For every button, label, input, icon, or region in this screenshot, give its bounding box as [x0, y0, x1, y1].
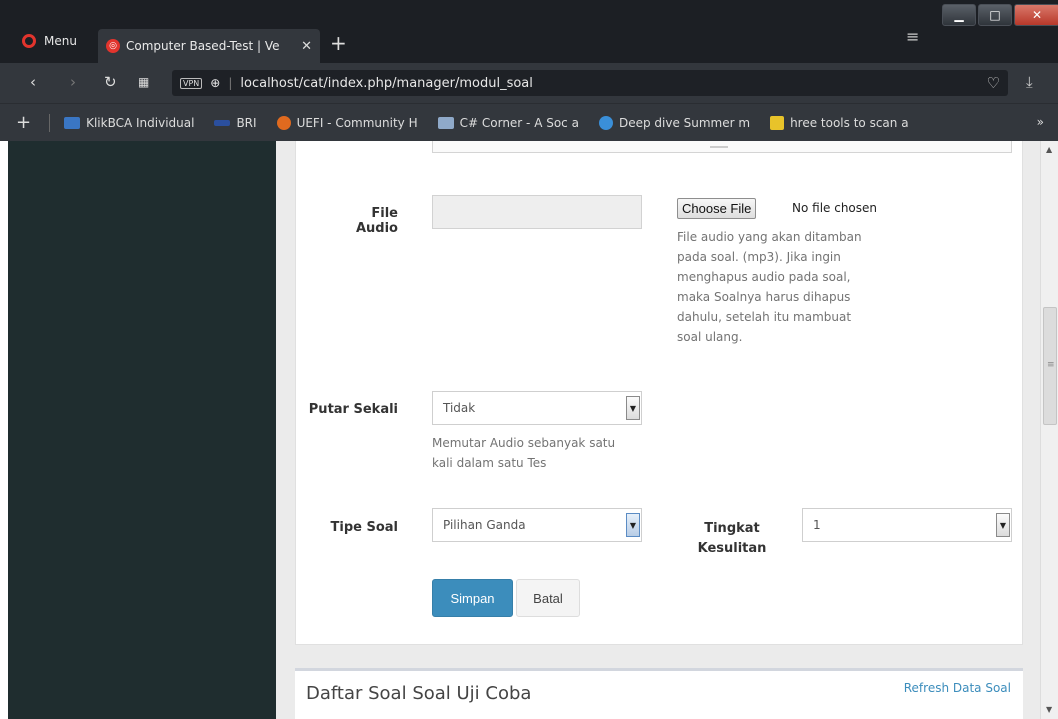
menu-label: Menu: [44, 34, 77, 48]
url-divider: |: [228, 76, 233, 90]
help-line: File audio yang akan ditamban: [677, 230, 862, 244]
vpn-badge-icon[interactable]: VPN: [180, 77, 203, 89]
reload-icon[interactable]: ↻: [104, 73, 117, 91]
chevron-down-icon[interactable]: ▼: [626, 396, 640, 420]
opera-logo-icon: [22, 34, 36, 48]
tab-menu-icon[interactable]: ≡: [906, 27, 919, 46]
window-controls: ▁ □ ✕: [942, 4, 1058, 26]
tingkat-label-line: Kesulitan: [697, 541, 767, 556]
app-sidebar: [8, 141, 276, 719]
tipe-soal-label: Tipe Soal: [330, 520, 399, 535]
url-text[interactable]: localhost/cat/index.php/manager/modul_so…: [240, 76, 978, 91]
bookmark-label: KlikBCA Individual: [86, 115, 195, 130]
bookmark-label: C# Corner - A Soc a: [459, 115, 579, 130]
scroll-grip-icon: ≡: [1047, 360, 1055, 370]
bookmark-divider: [49, 113, 51, 132]
cancel-button[interactable]: Batal: [516, 579, 580, 617]
file-audio-help: File audio yang akan ditamban pada soal.…: [677, 227, 917, 347]
tingkat-kesulitan-value: 1: [813, 518, 821, 532]
tingkat-kesulitan-select[interactable]: 1 ▼: [802, 508, 1012, 542]
download-icon[interactable]: ⤓: [1026, 73, 1033, 91]
window-close-icon[interactable]: ✕: [1014, 4, 1058, 26]
help-line: pada soal. (mp3). Jika ingin: [677, 250, 841, 264]
question-list-panel: Daftar Soal Soal Uji Coba Refresh Data S…: [295, 668, 1023, 719]
chevron-down-icon[interactable]: ▼: [626, 513, 640, 537]
minimize-icon[interactable]: ▁: [942, 4, 976, 26]
putar-sekali-label: Putar Sekali: [308, 402, 398, 417]
bookmark-favicon-icon: [276, 115, 291, 130]
help-line: maka Soalnya harus dihapus: [677, 290, 851, 304]
heart-bookmark-icon[interactable]: ♡: [987, 74, 1000, 92]
question-list-title: Daftar Soal Soal Uji Coba: [306, 683, 532, 704]
help-line: dahulu, setelah itu mambuat: [677, 310, 852, 324]
bookmark-label: UEFI - Community H: [296, 115, 418, 130]
save-button[interactable]: Simpan: [432, 579, 513, 617]
choose-file-button[interactable]: Choose File: [677, 198, 757, 219]
tab-close-icon[interactable]: ✕: [301, 39, 312, 54]
bookmark-favicon-icon: [437, 116, 454, 129]
putar-sekali-select[interactable]: Tidak ▼: [432, 391, 642, 425]
address-bar-row: ‹ › ↻ ▦ VPN ⊕ | localhost/cat/index.php/…: [0, 63, 1058, 103]
bookmark-favicon-icon: [598, 115, 613, 130]
browser-tab-bar: Menu ◎ Computer Based-Test | Ve ✕ + ≡ ▁ …: [0, 0, 1058, 63]
tingkat-label-line: Tingkat: [704, 521, 760, 536]
scrollbar-thumb[interactable]: ≡: [1043, 307, 1057, 425]
putar-sekali-value: Tidak: [443, 401, 476, 415]
scroll-down-icon[interactable]: ▼: [1046, 705, 1052, 714]
refresh-data-link[interactable]: Refresh Data Soal: [904, 681, 1011, 695]
putar-sekali-help: Memutar Audio sebanyak satu kali dalam s…: [432, 433, 662, 473]
speed-dial-icon[interactable]: ▦: [138, 75, 149, 89]
tab-title: Computer Based-Test | Ve: [126, 39, 280, 53]
bookmark-item[interactable]: UEFI - Community H: [276, 115, 418, 130]
bookmark-item[interactable]: KlikBCA Individual: [64, 116, 194, 130]
bookmark-label: hree tools to scan a: [790, 115, 909, 130]
new-tab-button[interactable]: +: [330, 31, 347, 55]
globe-icon: ⊕: [210, 76, 221, 90]
bookmark-favicon-icon: [214, 119, 231, 126]
bookmark-label: BRI: [236, 115, 257, 130]
editor-resize-handle[interactable]: [710, 146, 728, 148]
file-audio-path-field: [432, 195, 642, 229]
help-line: soal ulang.: [677, 330, 743, 344]
maximize-icon[interactable]: □: [978, 4, 1012, 26]
tab-favicon-icon: ◎: [106, 39, 120, 53]
tingkat-kesulitan-label: Tingkat Kesulitan: [696, 519, 768, 559]
browser-tab-active[interactable]: ◎ Computer Based-Test | Ve ✕: [98, 29, 320, 63]
file-audio-label: File Audio: [355, 206, 398, 236]
scroll-up-icon[interactable]: ▲: [1046, 145, 1052, 154]
bookmark-label: Deep dive Summer m: [618, 115, 751, 130]
url-field[interactable]: VPN ⊕ | localhost/cat/index.php/manager/…: [172, 70, 1008, 96]
bookmark-item[interactable]: Deep dive Summer m: [598, 115, 751, 130]
question-form-panel: File Audio Choose File No file chosen Fi…: [295, 141, 1023, 645]
forward-icon[interactable]: ›: [70, 73, 76, 91]
help-line: kali dalam satu Tes: [432, 456, 547, 470]
bookmark-favicon-icon: [770, 115, 785, 130]
file-chosen-status: No file chosen: [792, 201, 878, 215]
bookmark-item[interactable]: hree tools to scan a: [770, 115, 909, 130]
tipe-soal-select[interactable]: Pilihan Ganda ▼: [432, 508, 642, 542]
back-icon[interactable]: ‹: [30, 73, 36, 91]
help-line: Memutar Audio sebanyak satu: [432, 436, 616, 450]
bookmarks-more-icon[interactable]: »: [1037, 115, 1044, 129]
bookmarks-bar: + KlikBCA Individual BRI UEFI - Communit…: [0, 103, 1058, 141]
page-scrollbar[interactable]: ▲ ≡ ▼: [1040, 141, 1058, 719]
chevron-down-icon[interactable]: ▼: [996, 513, 1010, 537]
opera-menu-button[interactable]: Menu: [22, 34, 77, 48]
tipe-soal-value: Pilihan Ganda: [443, 518, 526, 532]
main-content: File Audio Choose File No file chosen Fi…: [276, 141, 1040, 719]
bookmark-item[interactable]: C# Corner - A Soc a: [437, 115, 579, 130]
add-bookmark-icon[interactable]: +: [16, 112, 31, 133]
bookmark-favicon-icon: [64, 116, 81, 129]
help-line: menghapus audio pada soal,: [677, 270, 851, 284]
editor-bottom-edge: [432, 141, 1012, 153]
bookmark-item[interactable]: BRI: [214, 115, 257, 130]
